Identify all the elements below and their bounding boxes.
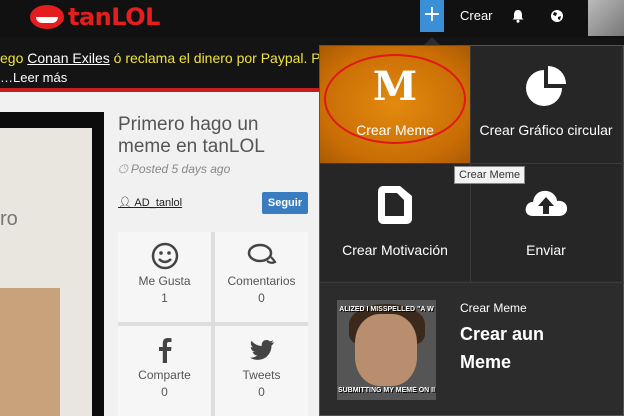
dropdown-divider (320, 282, 624, 283)
site-logo[interactable]: tanLOL (30, 3, 160, 31)
follow-button[interactable]: Seguir (262, 192, 308, 214)
post-timestamp-text: Posted 5 days ago (130, 162, 231, 176)
meme-top-text: ALIZED I MISSPELLED "A W (339, 306, 434, 313)
stat-value: 1 (161, 291, 168, 305)
create-pie-chart-tile[interactable]: Crear Gráfico circular (471, 46, 621, 163)
upload-label: Enviar (526, 242, 566, 258)
troll-face-icon (30, 5, 64, 29)
create-plus-button[interactable]: + (420, 0, 444, 32)
meme-bottom-text: SUBMITTING MY MEME ON II (337, 387, 436, 394)
user-icon: 👤︎ (118, 197, 132, 209)
create-menu-link[interactable]: Crear (460, 8, 493, 23)
user-avatar[interactable] (588, 0, 624, 36)
create-dropdown-menu: M Crear Meme Crear Gráfico circular Crea… (319, 45, 624, 416)
logo-text: tanLOL (68, 3, 160, 31)
create-meme-tile[interactable]: M Crear Meme (320, 46, 470, 163)
motivation-frame-icon (378, 186, 412, 224)
dropdown-divider (470, 46, 471, 282)
announcement-prefix: ego (0, 50, 28, 66)
comments-icon (247, 243, 277, 264)
post-image-frame: ro (0, 128, 92, 416)
stat-comments[interactable]: Comentarios 0 (215, 232, 308, 322)
create-pie-chart-label: Crear Gráfico circular (479, 122, 613, 138)
post-stats-grid: Me Gusta 1 Comentarios 0 Comparte 0 Twee… (118, 232, 308, 416)
dropdown-divider (320, 163, 624, 164)
stat-tweets[interactable]: Tweets 0 (215, 326, 308, 416)
twitter-icon (249, 340, 274, 360)
clock-icon: 🕒︎ (118, 162, 128, 176)
top-navbar: tanLOL + Crear (0, 0, 624, 38)
meme-face (355, 314, 417, 386)
cloud-upload-icon (525, 190, 568, 216)
annotation-circle (324, 54, 466, 144)
post-image-photo (0, 288, 60, 416)
post-title[interactable]: Primero hago un meme en tanLOL (118, 114, 308, 158)
stat-shares[interactable]: Comparte 0 (118, 326, 211, 416)
recent-meme-title[interactable]: Crear aun Meme (460, 320, 600, 376)
stat-likes[interactable]: Me Gusta 1 (118, 232, 211, 322)
globe-icon[interactable] (550, 9, 564, 23)
create-motivation-label: Crear Motivación (342, 242, 448, 258)
announcement-game-link[interactable]: Conan Exiles (27, 50, 110, 66)
post-image[interactable]: ro (0, 112, 104, 416)
facebook-icon (158, 338, 171, 363)
bell-icon[interactable] (511, 9, 525, 23)
announcement-text: ó reclama el dinero por Paypal. P (109, 50, 321, 66)
post-image-text: ro (0, 208, 18, 230)
pie-chart-icon (526, 66, 566, 106)
stat-label: Comparte (138, 368, 191, 382)
post-author-name[interactable]: AD_tanlol (134, 197, 182, 209)
stat-label: Comentarios (227, 274, 296, 288)
recent-meme-thumbnail[interactable]: ALIZED I MISSPELLED "A W SUBMITTING MY M… (337, 300, 436, 400)
announcement-line: ego Conan Exiles ó reclama el dinero por… (0, 50, 321, 66)
dropdown-caret (424, 37, 440, 45)
stat-value: 0 (258, 385, 265, 399)
post-timestamp: 🕒︎ Posted 5 days ago (118, 162, 230, 177)
post-author[interactable]: 👤︎ AD_tanlol (118, 196, 182, 209)
recent-meme-label: Crear Meme (460, 301, 527, 315)
smile-icon (151, 242, 178, 270)
stat-value: 0 (258, 291, 265, 305)
tooltip: Crear Meme (454, 166, 526, 184)
stat-label: Tweets (242, 368, 281, 382)
stat-label: Me Gusta (138, 274, 191, 288)
create-motivation-tile[interactable]: Crear Motivación (320, 164, 470, 281)
read-more-link[interactable]: …Leer más (0, 70, 67, 85)
stat-value: 0 (161, 385, 168, 399)
